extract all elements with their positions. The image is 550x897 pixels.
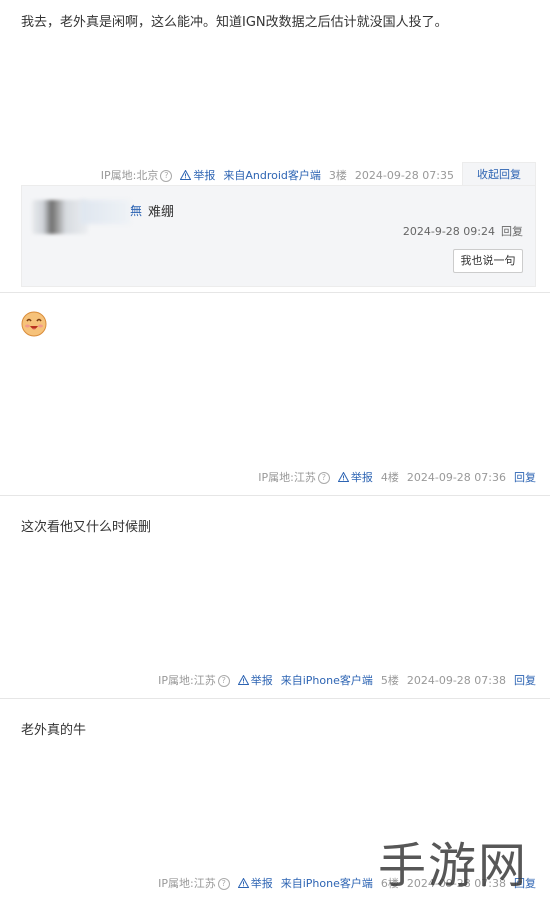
help-icon[interactable]: ?	[217, 878, 230, 890]
reply-meta: 2024-9-28 09:24 回复	[403, 223, 523, 239]
floor-number: 5楼	[380, 674, 399, 687]
ip-location: IP属地:江苏	[158, 674, 216, 687]
blurred-username	[80, 200, 130, 224]
reply-time: 2024-9-28 09:24	[402, 225, 495, 238]
post-content: 我去，老外真是闲啊，这么能冲。知道IGN改数据之后估计就没国人投了。	[21, 15, 448, 30]
say-something-button[interactable]: 我也说一句	[453, 249, 523, 273]
client-source: 来自Android客户端	[223, 167, 321, 183]
post-time: 2024-09-28 07:36	[406, 470, 506, 484]
report-label: 举报	[250, 877, 273, 890]
ip-location: IP属地:江苏	[158, 877, 216, 890]
post-floor-4: IP属地:江苏? 举报 4楼 2024-09-28 07:36 回复	[0, 293, 550, 496]
warning-icon	[337, 472, 349, 482]
warning-icon	[237, 675, 249, 685]
report-label: 举报	[250, 674, 273, 687]
reply-button[interactable]: 回复	[501, 225, 523, 238]
post-time: 2024-09-28 07:38	[406, 673, 506, 687]
smiling-face-emoji-icon	[21, 311, 47, 337]
report-link[interactable]: 举报	[237, 672, 273, 688]
post-meta: IP属地:江苏? 举报 来自iPhone客户端 5楼 2024-09-28 07…	[158, 672, 536, 688]
reply-button[interactable]: 回复	[514, 672, 536, 688]
floor-number: 4楼	[380, 471, 399, 484]
site-watermark: 手游网	[378, 838, 529, 894]
ip-location: IP属地:江苏	[258, 471, 316, 484]
client-source-text: 来自Android客户端	[223, 169, 321, 182]
help-icon[interactable]: ?	[217, 675, 230, 687]
warning-icon	[237, 878, 249, 888]
post-content: 这次看他又什么时候删	[21, 520, 152, 535]
post-floor-5: 这次看他又什么时候删 IP属地:江苏? 举报 来自iPhone客户端 5楼 20…	[0, 496, 550, 699]
reply-text: 难绷	[148, 205, 175, 220]
help-icon[interactable]: ?	[160, 170, 173, 182]
report-link[interactable]: 举报	[337, 469, 373, 485]
post-floor-3: 我去，老外真是闲啊，这么能冲。知道IGN改数据之后估计就没国人投了。 IP属地:…	[0, 0, 550, 293]
ip-location: IP属地:北京	[100, 169, 159, 182]
report-link[interactable]: 举报	[237, 875, 273, 891]
report-label: 举报	[350, 471, 373, 484]
client-source[interactable]: 来自iPhone客户端	[281, 875, 373, 891]
floor-number: 3楼	[328, 169, 347, 182]
reply-button[interactable]: 回复	[514, 469, 536, 485]
reply-username[interactable]: 無	[130, 202, 142, 219]
help-icon[interactable]: ?	[317, 472, 330, 484]
report-link[interactable]: 举报	[180, 167, 215, 183]
post-content: 老外真的牛	[21, 723, 87, 738]
warning-icon	[180, 170, 192, 180]
post-meta: IP属地:北京? 举报 来自Android客户端 3楼 2024-09-28 0…	[101, 167, 454, 183]
client-source[interactable]: 来自iPhone客户端	[281, 672, 373, 688]
reply-panel: 無 难绷 2024-9-28 09:24 回复 我也说一句	[21, 185, 536, 287]
post-time: 2024-09-28 07:35	[354, 168, 454, 182]
collapse-reply-button[interactable]: 收起回复	[462, 162, 536, 187]
post-meta: IP属地:江苏? 举报 4楼 2024-09-28 07:36 回复	[258, 469, 536, 485]
report-label: 举报	[193, 169, 216, 182]
